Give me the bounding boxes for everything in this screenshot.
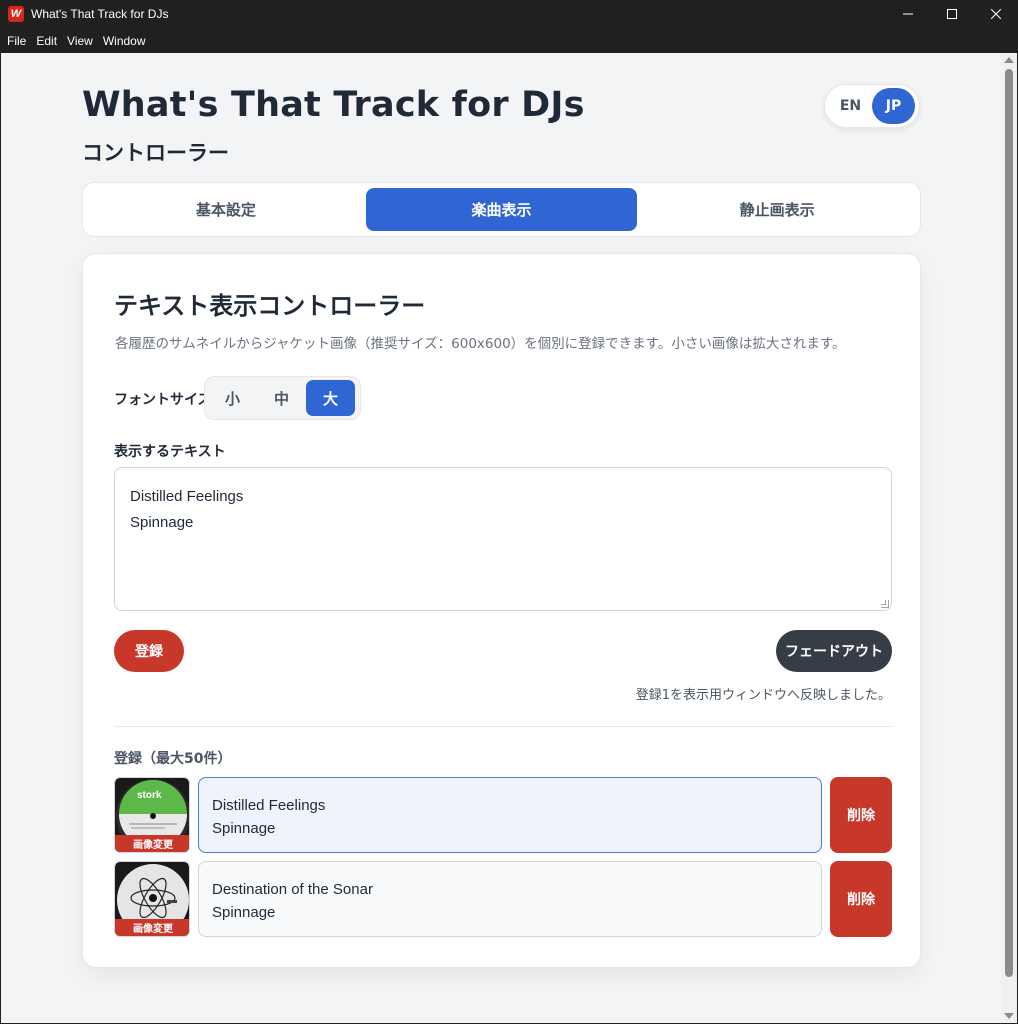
- register-button[interactable]: 登録: [114, 630, 184, 672]
- fadeout-button[interactable]: フェードアウト: [776, 630, 892, 672]
- display-text-input[interactable]: Distilled Feelings Spinnage: [114, 467, 892, 611]
- menu-view[interactable]: View: [64, 34, 96, 48]
- thumbnail-label: stork: [137, 790, 162, 801]
- tab-bar: 基本設定 楽曲表示 静止画表示: [82, 182, 921, 237]
- history-entry: 画像変更 Destination of the Sonar Spinnage 削…: [114, 861, 892, 937]
- delete-button[interactable]: 削除: [830, 777, 892, 853]
- change-image-badge[interactable]: 画像変更: [115, 919, 189, 936]
- lang-option-jp[interactable]: JP: [872, 88, 915, 124]
- scroll-down-arrow-icon[interactable]: [1004, 1013, 1014, 1019]
- display-text-label: 表示するテキスト: [114, 444, 226, 460]
- font-size-label: フォントサイズ: [114, 392, 212, 408]
- tab-track-display[interactable]: 楽曲表示: [365, 188, 638, 231]
- font-size-medium[interactable]: 中: [257, 380, 306, 416]
- maximize-icon[interactable]: [930, 0, 974, 28]
- history-entry-text[interactable]: Destination of the Sonar Spinnage: [198, 861, 822, 937]
- tab-still-image-display[interactable]: 静止画表示: [641, 188, 913, 231]
- window-controls: [886, 0, 1018, 28]
- close-icon[interactable]: [974, 0, 1018, 28]
- text-controller-card: テキスト表示コントローラー 各履歴のサムネイルからジャケット画像（推奨サイズ：6…: [82, 253, 921, 968]
- window-title: What's That Track for DJs: [31, 7, 169, 21]
- entry-title: Destination of the Sonar: [212, 881, 373, 898]
- entry-artist: Spinnage: [212, 904, 276, 921]
- window-titlebar: W What's That Track for DJs: [0, 0, 1018, 28]
- display-text-line: Spinnage: [130, 514, 194, 531]
- entry-title: Distilled Feelings: [212, 797, 326, 814]
- entry-artist: Spinnage: [212, 820, 276, 837]
- menu-bar: File Edit View Window: [0, 28, 1018, 53]
- app-content: What's That Track for DJs コントローラー EN JP …: [1, 53, 1017, 1023]
- history-entry: stork 画像変更 Distilled Feelings Spinnage 削…: [114, 777, 892, 853]
- card-description: 各履歴のサムネイルからジャケット画像（推奨サイズ：600x600）を個別に登録で…: [115, 336, 846, 352]
- page-title: What's That Track for DJs: [82, 85, 585, 125]
- tab-basic-settings[interactable]: 基本設定: [90, 188, 362, 231]
- font-size-small[interactable]: 小: [208, 380, 257, 416]
- thumbnail[interactable]: stork 画像変更: [114, 777, 190, 853]
- menu-file[interactable]: File: [4, 34, 29, 48]
- scroll-up-arrow-icon[interactable]: [1004, 57, 1014, 63]
- font-size-large[interactable]: 大: [306, 380, 355, 416]
- minimize-icon[interactable]: [886, 0, 930, 28]
- menu-edit[interactable]: Edit: [33, 34, 60, 48]
- scroll-thumb[interactable]: [1005, 69, 1013, 977]
- thumbnail[interactable]: 画像変更: [114, 861, 190, 937]
- vertical-scrollbar[interactable]: [1001, 53, 1017, 1023]
- history-entry-text[interactable]: Distilled Feelings Spinnage: [198, 777, 822, 853]
- change-image-badge[interactable]: 画像変更: [115, 835, 189, 852]
- delete-button[interactable]: 削除: [830, 861, 892, 937]
- card-title: テキスト表示コントローラー: [114, 292, 426, 320]
- lang-option-en[interactable]: EN: [829, 88, 872, 124]
- divider: [114, 726, 892, 727]
- menu-window[interactable]: Window: [100, 34, 149, 48]
- font-size-selector: 小 中 大: [204, 376, 361, 420]
- language-toggle: EN JP: [824, 84, 920, 128]
- app-logo-icon: W: [8, 6, 24, 22]
- resize-handle-icon[interactable]: [881, 600, 889, 608]
- history-header: 登録（最大50件）: [114, 751, 232, 767]
- display-text-line: Distilled Feelings: [130, 488, 244, 505]
- page-subtitle: コントローラー: [82, 141, 229, 165]
- status-message: 登録1を表示用ウィンドウへ反映しました。: [635, 688, 891, 703]
